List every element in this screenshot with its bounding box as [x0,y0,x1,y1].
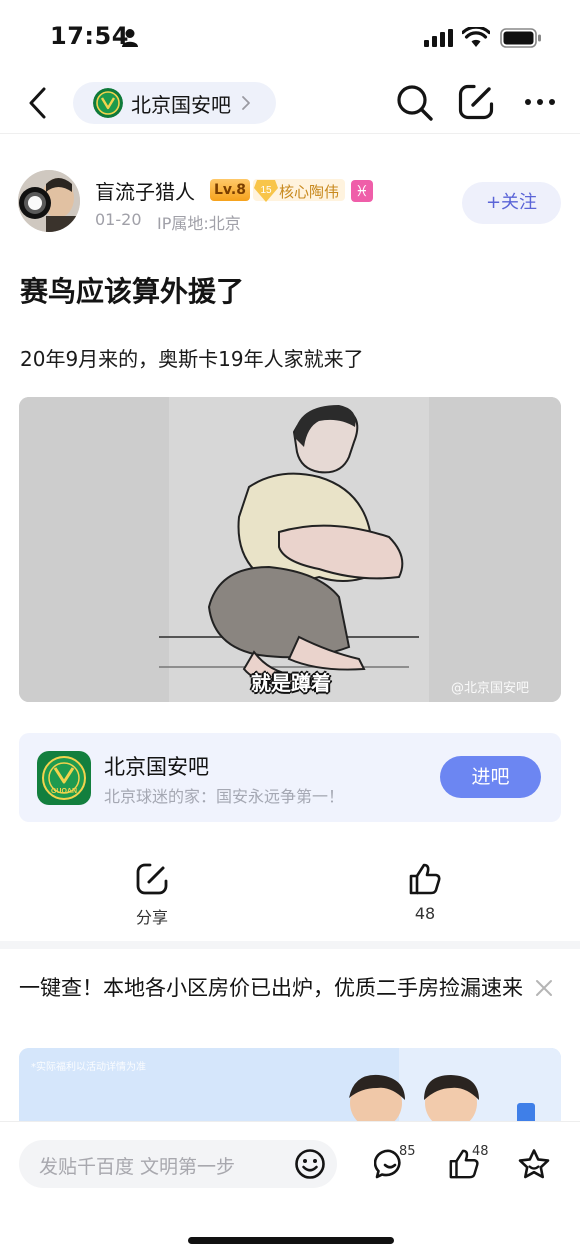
forum-card-logo: GUOAN [37,751,91,805]
zodiac-badge: ♓ [351,180,373,202]
post-date: 01-20 [95,210,142,229]
share-icon [136,863,168,895]
core-badge-label: 核心陶伟 [279,183,340,201]
forum-logo-text: GUOAN [51,788,77,795]
person-icon [122,29,138,47]
level-badge: Lv.8 [210,179,250,201]
meme-caption: 就是蹲着 [251,671,331,695]
comment-count: 85 [399,1144,416,1159]
author-name[interactable]: 盲流子猎人 [95,176,195,205]
status-bar: 17:54 [0,0,580,72]
nav-bar: 北京国安吧 [0,72,580,134]
emoji-icon[interactable] [294,1148,326,1180]
back-icon[interactable] [24,86,54,120]
home-indicator [188,1237,394,1244]
ad-title[interactable]: 一键查！本地各小区房价已出炉，优质二手房捡漏速来 [19,970,529,1006]
avatar[interactable] [18,170,80,232]
comment-placeholder: 发贴千百度 文明第一步 [39,1156,236,1178]
thumbs-up-icon [409,863,441,895]
edit-icon[interactable] [457,83,495,121]
forum-card[interactable]: GUOAN 北京国安吧 北京球迷的家：国安永远争第一！ 进吧 [19,733,561,822]
star-icon[interactable] [517,1148,551,1180]
ad-disclaimer: *实际福利以活动详情为准 [31,1062,146,1073]
ad-banner[interactable]: *实际福利以活动详情为准 [19,1048,561,1128]
forum-chip[interactable]: 北京国安吧 [73,82,276,124]
battery-icon [500,28,541,48]
post-body: 20年9月来的，奥斯卡19年人家就来了 [20,347,364,371]
chevron-right-icon [242,96,250,110]
forum-card-name: 北京国安吧 [104,755,209,779]
forum-logo-icon: GUOAN [37,751,91,805]
diamond-icon: 15 [254,180,278,202]
share-button[interactable]: 分享 [126,862,178,928]
wifi-icon [462,27,490,47]
forum-logo-icon [93,88,123,118]
ip-location: IP属地:北京 [157,214,241,233]
signal-icon [424,29,453,47]
meme-illustration [19,397,561,702]
image-watermark: @北京国安吧 [451,681,530,696]
like-count: 48 [414,904,436,923]
follow-button[interactable]: +关注 [462,182,561,224]
search-icon[interactable] [396,84,434,122]
bar-like-count: 48 [472,1144,489,1159]
comment-input[interactable]: 发贴千百度 文明第一步 [19,1140,337,1188]
core-member-badge: 15 核心陶伟 [253,179,345,202]
close-icon[interactable] [534,978,554,998]
section-divider [0,941,580,949]
post-image[interactable]: 就是蹲着 @北京国安吧 [19,397,561,702]
more-icon[interactable] [524,98,556,106]
avatar-image [18,170,80,232]
post-title: 赛鸟应该算外援了 [20,275,245,308]
enter-forum-button[interactable]: 进吧 [440,756,541,798]
forum-chip-name: 北京国安吧 [131,92,231,117]
core-badge-level: 15 [260,185,272,196]
like-button[interactable]: 48 [399,862,451,923]
bottom-bar: 发贴千百度 文明第一步 85 48 [0,1121,580,1255]
status-time: 17:54 [50,22,129,50]
share-label: 分享 [135,908,168,927]
forum-card-slogan: 北京球迷的家：国安永远争第一！ [104,787,345,806]
